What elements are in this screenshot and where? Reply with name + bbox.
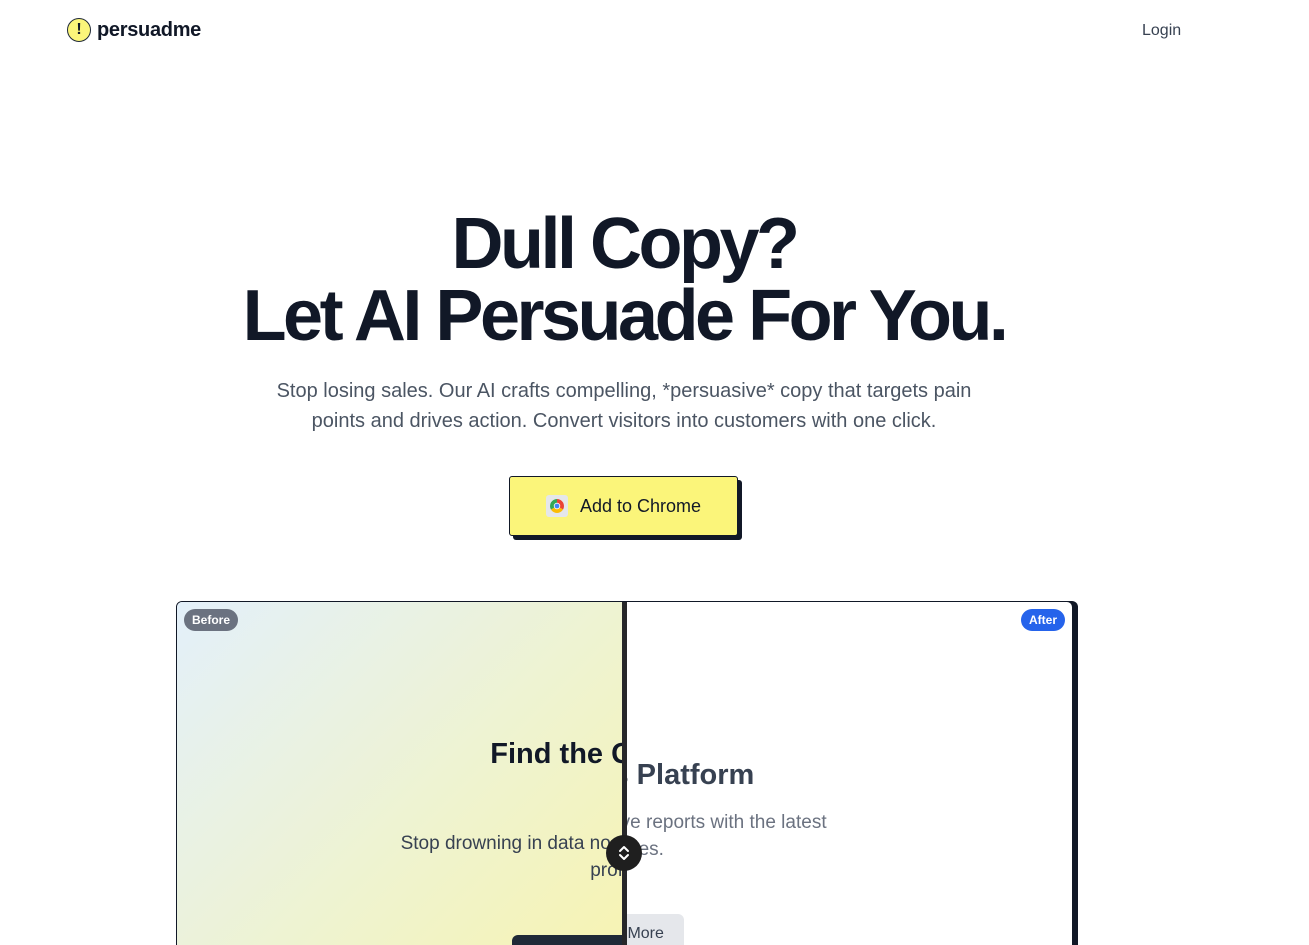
before-badge: Before [184,609,239,631]
slider-divider[interactable] [622,602,627,945]
login-link[interactable]: Login [1142,22,1181,40]
hero-title-line-2: Let AI Persuade For You. [242,276,1009,356]
hero-title-line-1: Dull Copy? [451,204,800,284]
before-pane: Find the Growth Da Stop drowning in data… [177,602,624,945]
add-to-chrome-label: Add to Chrome [579,495,702,516]
slider-handle[interactable] [606,835,642,871]
before-description: Stop drowning in data no drives revenue … [400,833,624,881]
landing-page: ! persuadme Login Dull Copy? Let AI Pers… [0,0,1309,945]
after-badge: After [1020,609,1065,631]
before-heading: Find the Growth Da [490,738,624,770]
before-after-comparison[interactable]: Analytics Platform Generate comprehensiv… [176,601,1073,945]
before-cta-button[interactable] [512,935,624,945]
drag-arrows-icon [619,846,629,860]
exclamation-icon: ! [67,18,91,42]
chrome-icon [545,495,568,517]
brand-logo[interactable]: ! persuadme [67,18,201,42]
brand-name: persuadme [97,18,202,41]
hero-subtitle: Stop losing sales. Our AI crafts compell… [276,380,972,432]
hero-title: Dull Copy? Let AI Persuade For You. [0,208,1248,352]
add-to-chrome-button[interactable]: Add to Chrome [509,476,738,536]
before-content: Find the Growth Da Stop drowning in data… [177,602,624,945]
